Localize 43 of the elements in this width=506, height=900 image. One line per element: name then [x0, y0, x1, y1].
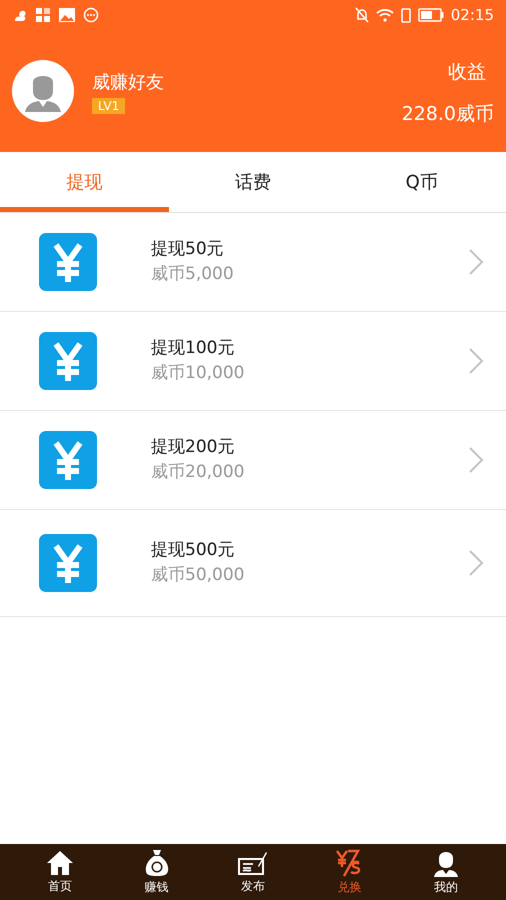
option-price: 威币5,000	[151, 263, 235, 286]
yuan-icon	[39, 431, 97, 489]
image-icon	[58, 7, 76, 23]
chat-icon	[83, 7, 99, 23]
status-time: 02:15	[450, 4, 494, 26]
withdraw-option[interactable]: 提现200元 威币20,000	[0, 411, 506, 510]
money-bag-icon	[144, 848, 169, 876]
cheque-pen-icon	[238, 850, 268, 876]
wifi-icon	[376, 8, 394, 22]
battery-icon	[418, 8, 444, 22]
mute-icon	[354, 7, 369, 23]
level-badge: LV1	[92, 98, 126, 114]
tab[interactable]: Q币	[337, 152, 506, 212]
option-price: 威币20,000	[151, 461, 246, 484]
sim-icon	[400, 8, 411, 22]
grid-icon	[35, 7, 51, 23]
option-price: 威币50,000	[151, 564, 246, 587]
withdraw-option[interactable]: 提现50元 威币5,000	[0, 213, 506, 312]
yuan-icon	[39, 332, 97, 390]
option-title: 提现500元	[151, 538, 236, 562]
user-name: 威赚好友	[92, 70, 164, 94]
nav-tab[interactable]: 我的	[398, 844, 494, 900]
avatar-icon	[12, 60, 74, 122]
house-icon	[46, 850, 74, 876]
chevron-right-icon	[468, 446, 484, 474]
chevron-right-icon	[468, 347, 484, 375]
tab[interactable]: 话费	[168, 152, 338, 212]
nav-tab[interactable]: 发布	[204, 844, 302, 900]
yuan-icon	[39, 534, 97, 592]
nav-tab[interactable]: 赚钱	[108, 844, 205, 900]
chevron-right-icon	[468, 549, 484, 577]
option-title: 提现50元	[151, 238, 225, 260]
yuan-icon	[39, 233, 97, 291]
option-title: 提现200元	[151, 436, 236, 458]
withdraw-option[interactable]: 提现100元 威币10,000	[0, 312, 506, 411]
option-price: 威币10,000	[151, 362, 246, 385]
nav-tab[interactable]: 首页	[12, 844, 108, 900]
earnings-value: 228.0威币	[402, 102, 494, 127]
nav-tab[interactable]: 兑换	[301, 844, 398, 900]
option-title: 提现100元	[151, 336, 236, 360]
chevron-right-icon	[468, 248, 484, 276]
earnings-label: 收益	[448, 60, 487, 84]
withdraw-option[interactable]: 提现500元 威币50,000	[0, 510, 506, 617]
